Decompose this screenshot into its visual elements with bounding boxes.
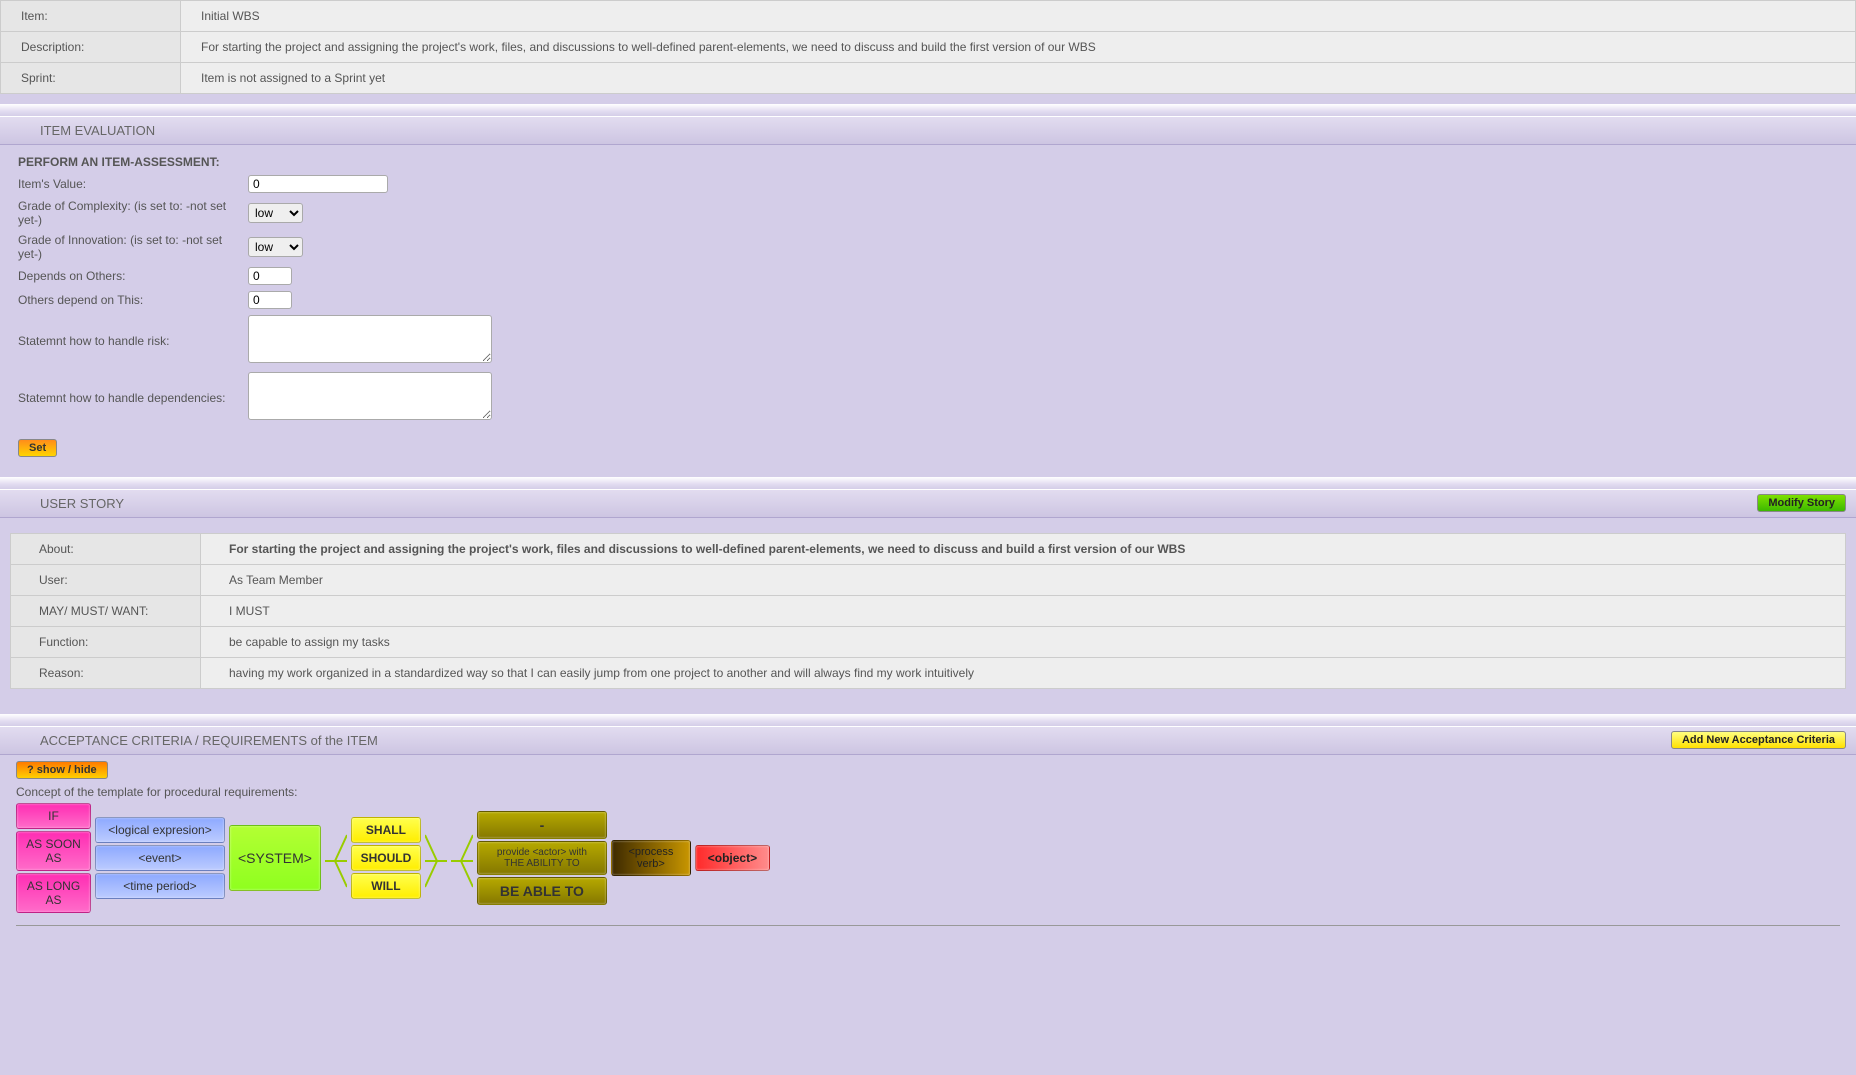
set-button[interactable]: Set [18, 439, 57, 457]
user-value: As Team Member [201, 565, 1846, 596]
modal-label: MAY/ MUST/ WANT: [11, 596, 201, 627]
table-row: Description: For starting the project an… [1, 32, 1856, 63]
condition-aslongas: AS LONG AS [16, 873, 91, 913]
items-value-input[interactable] [248, 175, 388, 193]
items-value-label: Item's Value: [18, 177, 248, 191]
table-row: Sprint: Item is not assigned to a Sprint… [1, 63, 1856, 94]
user-story-table: About: For starting the project and assi… [10, 533, 1846, 689]
branch-out-icon [451, 823, 473, 893]
item-value: Initial WBS [181, 1, 1856, 32]
deps-statement-textarea[interactable] [248, 372, 492, 420]
ability-dash: - [477, 811, 607, 839]
complexity-label: Grade of Complexity: (is set to: -not se… [18, 199, 248, 227]
about-value: For starting the project and assigning t… [201, 534, 1846, 565]
section-title: USER STORY [40, 496, 124, 511]
description-value: For starting the project and assigning t… [181, 32, 1856, 63]
description-label: Description: [1, 32, 181, 63]
user-story-header: USER STORY Modify Story [0, 489, 1856, 518]
about-label: About: [11, 534, 201, 565]
section-title: ITEM EVALUATION [40, 123, 155, 138]
acceptance-header: ACCEPTANCE CRITERIA / REQUIREMENTS of th… [0, 726, 1856, 755]
divider [16, 925, 1840, 926]
modal-shall: SHALL [351, 817, 421, 843]
acceptance-section: ACCEPTANCE CRITERIA / REQUIREMENTS of th… [0, 726, 1856, 936]
condition-if: IF [16, 803, 91, 829]
user-label: User: [11, 565, 201, 596]
user-story-section: USER STORY Modify Story About: For start… [0, 489, 1856, 714]
complexity-select[interactable]: low [248, 203, 303, 223]
branch-in-icon [425, 823, 447, 893]
show-hide-button[interactable]: ? show / hide [16, 761, 108, 779]
table-row: Item: Initial WBS [1, 1, 1856, 32]
sprint-label: Sprint: [1, 63, 181, 94]
depends-on-others-input[interactable] [248, 267, 292, 285]
slot-time-period: <time period> [95, 873, 225, 899]
table-row: User: As Team Member [11, 565, 1846, 596]
process-verb-chip: <process verb> [611, 840, 691, 876]
risk-statement-label: Statemnt how to handle risk: [18, 334, 248, 348]
function-value: be capable to assign my tasks [201, 627, 1846, 658]
requirement-flow-diagram: IF AS SOON AS AS LONG AS <logical expres… [16, 803, 1840, 913]
innovation-select[interactable]: low [248, 237, 303, 257]
item-label: Item: [1, 1, 181, 32]
slot-event: <event> [95, 845, 225, 871]
table-row: Function: be capable to assign my tasks [11, 627, 1846, 658]
ability-provide: provide <actor> with THE ABILITY TO [477, 841, 607, 875]
table-row: About: For starting the project and assi… [11, 534, 1846, 565]
depends-on-others-label: Depends on Others: [18, 269, 248, 283]
modal-will: WILL [351, 873, 421, 899]
modify-story-button[interactable]: Modify Story [1757, 494, 1846, 512]
slot-logical-expression: <logical expresion> [95, 817, 225, 843]
sprint-value: Item is not assigned to a Sprint yet [181, 63, 1856, 94]
modal-value: I MUST [201, 596, 1846, 627]
reason-label: Reason: [11, 658, 201, 689]
table-row: MAY/ MUST/ WANT: I MUST [11, 596, 1846, 627]
section-title: ACCEPTANCE CRITERIA / REQUIREMENTS of th… [40, 733, 378, 748]
function-label: Function: [11, 627, 201, 658]
concept-caption: Concept of the template for procedural r… [16, 785, 1840, 799]
object-chip: <object> [695, 845, 770, 871]
item-evaluation-section: ITEM EVALUATION PERFORM AN ITEM-ASSESSME… [0, 116, 1856, 477]
risk-statement-textarea[interactable] [248, 315, 492, 363]
modal-should: SHOULD [351, 845, 421, 871]
table-row: Reason: having my work organized in a st… [11, 658, 1846, 689]
system-chip: <SYSTEM> [229, 825, 321, 891]
ability-beableto: BE ABLE TO [477, 877, 607, 905]
reason-value: having my work organized in a standardiz… [201, 658, 1846, 689]
item-evaluation-header: ITEM EVALUATION [0, 116, 1856, 145]
innovation-label: Grade of Innovation: (is set to: -not se… [18, 233, 248, 261]
others-depend-input[interactable] [248, 291, 292, 309]
assessment-heading: PERFORM AN ITEM-ASSESSMENT: [18, 155, 1838, 169]
others-depend-label: Others depend on This: [18, 293, 248, 307]
condition-assoonas: AS SOON AS [16, 831, 91, 871]
branch-out-icon [325, 823, 347, 893]
item-info-table: Item: Initial WBS Description: For start… [0, 0, 1856, 94]
add-acceptance-criteria-button[interactable]: Add New Acceptance Criteria [1671, 731, 1846, 749]
deps-statement-label: Statemnt how to handle dependencies: [18, 391, 248, 405]
